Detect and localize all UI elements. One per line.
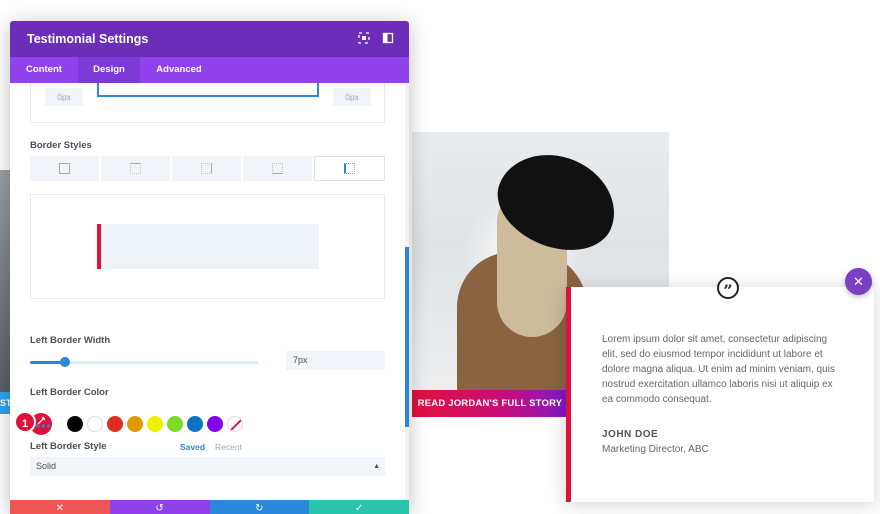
more-options-icon[interactable]: ••• xyxy=(36,419,52,433)
swatch-red[interactable] xyxy=(107,416,123,432)
swatch-orange[interactable] xyxy=(127,416,143,432)
border-top-button[interactable] xyxy=(101,156,170,181)
swatch-blue[interactable] xyxy=(187,416,203,432)
tab-design[interactable]: Design xyxy=(78,57,140,83)
left-border-style-value: Solid xyxy=(36,461,57,471)
swatch-green[interactable] xyxy=(167,416,183,432)
fullscreen-icon[interactable] xyxy=(357,32,371,46)
border-all-icon xyxy=(59,163,70,174)
left-border-style-select[interactable]: Solid ▲ xyxy=(30,457,385,476)
panel-tabs: Content Design Advanced xyxy=(10,57,409,83)
split-view-icon[interactable] xyxy=(381,32,395,46)
swatch-yellow[interactable] xyxy=(147,416,163,432)
panel-title: Testimonial Settings xyxy=(27,32,149,46)
save-button[interactable]: ✓ xyxy=(309,500,409,514)
left-border-style-label: Left Border Style xyxy=(30,441,107,452)
swatch-black[interactable] xyxy=(67,416,83,432)
select-arrows-icon: ▲ xyxy=(373,463,380,470)
border-bottom-button[interactable] xyxy=(243,156,312,181)
border-right-button[interactable] xyxy=(172,156,241,181)
border-left-button[interactable] xyxy=(314,156,385,181)
testimonial-job-title: Marketing Director, ABC xyxy=(602,444,709,455)
border-styles-selector xyxy=(30,156,385,181)
tab-content[interactable]: Content xyxy=(10,57,78,83)
swatch-purple[interactable] xyxy=(207,416,223,432)
swatch-white[interactable] xyxy=(87,416,103,432)
saved-tab[interactable]: Saved xyxy=(180,442,205,452)
border-left-px[interactable]: 0px xyxy=(45,88,83,106)
testimonial-body: Lorem ipsum dolor sit amet, consectetur … xyxy=(602,334,835,405)
panel-footer: ✕ ↺ ↻ ✓ xyxy=(10,500,409,514)
slider-handle[interactable] xyxy=(60,357,70,367)
quote-icon: ” xyxy=(717,277,739,300)
left-border-color-label: Left Border Color xyxy=(30,387,109,398)
testimonial-author: JOHN DOE xyxy=(602,429,659,440)
scrollbar-thumb[interactable] xyxy=(405,247,409,427)
step-badge: 1 xyxy=(14,411,36,433)
border-left-icon xyxy=(344,163,355,174)
border-styles-label: Border Styles xyxy=(30,140,92,151)
left-border-width-input[interactable]: 7px xyxy=(286,351,385,370)
border-right-icon xyxy=(201,163,212,174)
panel-content: 0px 0px Border Styles Left Border Width … xyxy=(10,83,405,503)
border-bottom-icon xyxy=(272,163,283,174)
read-story-button[interactable]: READ JORDAN'S FULL STORY xyxy=(412,390,568,417)
discard-button[interactable]: ✕ xyxy=(10,500,110,514)
border-right-px[interactable]: 0px xyxy=(333,88,371,106)
border-top-icon xyxy=(130,163,141,174)
left-border-preview xyxy=(30,194,385,299)
recent-tab[interactable]: Recent xyxy=(215,442,242,452)
panel-header: Testimonial Settings xyxy=(10,21,409,57)
testimonial-card: ” Lorem ipsum dolor sit amet, consectetu… xyxy=(566,277,874,502)
border-preview-box xyxy=(97,83,319,97)
border-preview-top: 0px 0px xyxy=(30,83,385,123)
tab-advanced[interactable]: Advanced xyxy=(140,57,218,83)
close-icon[interactable]: ✕ xyxy=(845,268,872,295)
border-all-button[interactable] xyxy=(30,156,99,181)
settings-panel: Testimonial Settings Content Design Adva… xyxy=(10,21,409,514)
undo-button[interactable]: ↺ xyxy=(109,500,210,514)
left-border-width-label: Left Border Width xyxy=(30,335,111,346)
left-border-preview-box xyxy=(97,224,319,269)
redo-button[interactable]: ↻ xyxy=(209,500,310,514)
swatch-none-icon[interactable] xyxy=(227,416,243,432)
